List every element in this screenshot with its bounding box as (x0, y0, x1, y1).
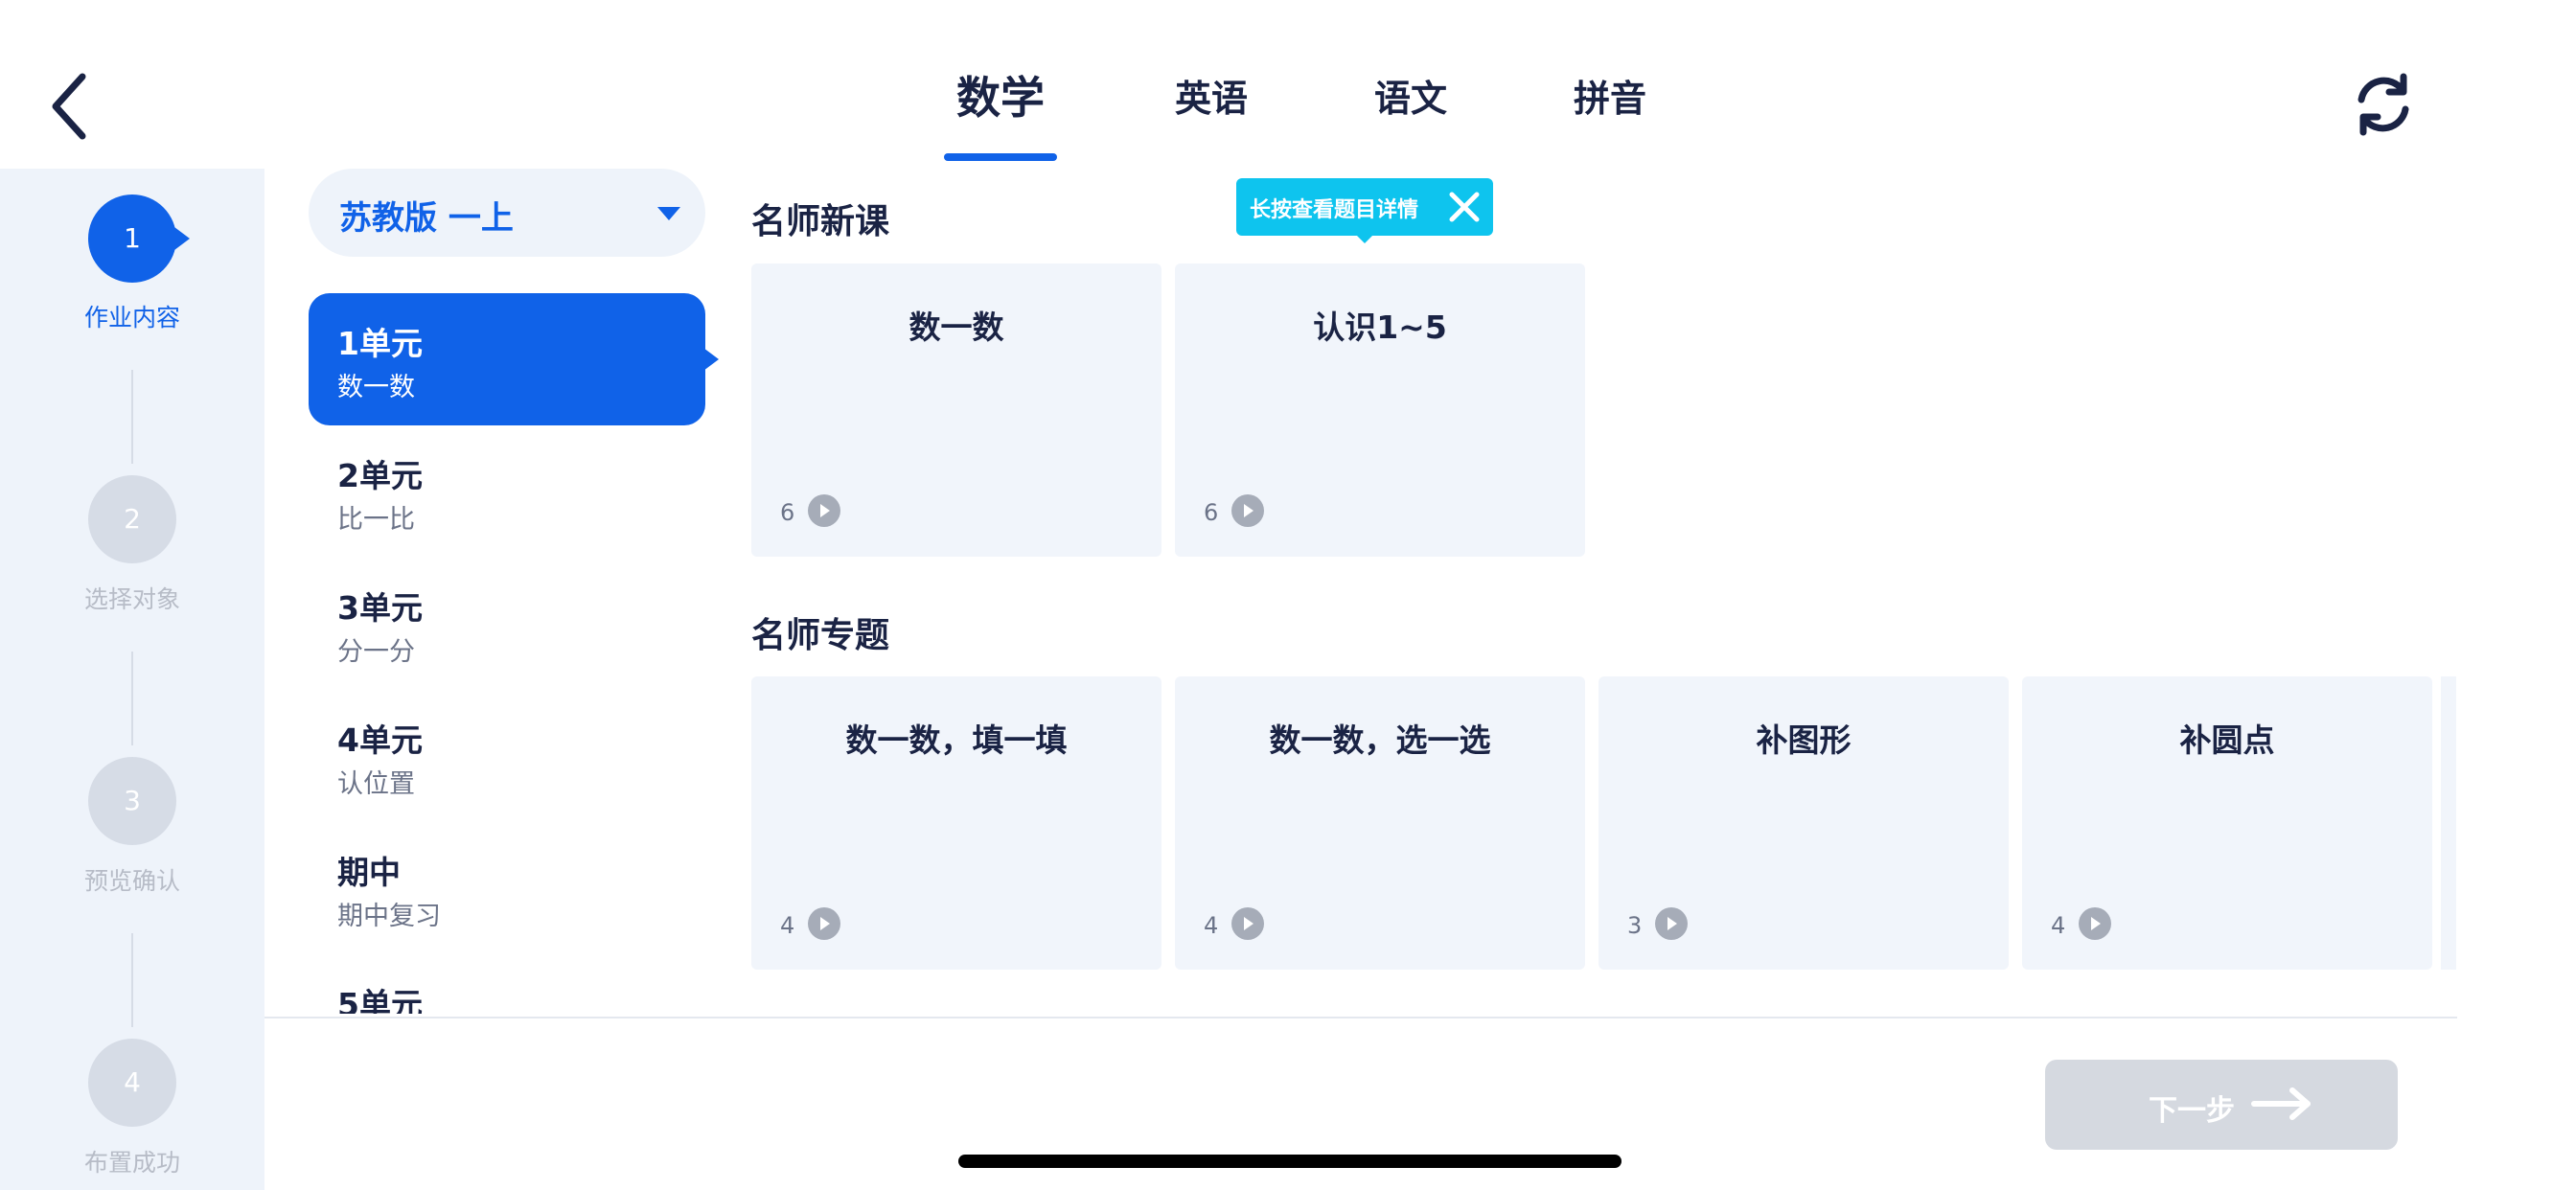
caret-down-icon (657, 207, 680, 220)
next-step-button[interactable]: 下一步 (2045, 1060, 2398, 1150)
unit-title: 期中 (337, 854, 401, 891)
unit-title: 5单元 (337, 986, 423, 1014)
tooltip-text: 长按查看题目详情 (1250, 198, 1419, 222)
unit-subtitle: 分一分 (337, 637, 415, 667)
tooltip-arrow (1355, 234, 1374, 243)
unit-subtitle: 数一数 (337, 373, 415, 402)
section-title: 名师新课 (751, 202, 890, 241)
video-count: 3 (1627, 912, 1643, 939)
video-count: 6 (780, 499, 795, 526)
play-icon (1655, 907, 1688, 940)
tab-pinyin[interactable]: 拼音 (1574, 69, 1646, 122)
lesson-card[interactable]: 数一数 6 (751, 263, 1162, 557)
step-rail: 1 作业内容 2 选择对象 3 预览确认 4 布置成功 (0, 169, 264, 1190)
step-connector (131, 652, 133, 745)
play-icon (1231, 494, 1264, 527)
play-icon (1231, 907, 1264, 940)
unit-title: 4单元 (337, 721, 423, 759)
refresh-icon (2358, 73, 2409, 136)
card-title: 补圆点 (2179, 721, 2275, 759)
refresh-button[interactable] (2350, 71, 2417, 138)
textbook-label: 苏教版 一上 (339, 199, 514, 238)
video-count: 4 (2051, 912, 2066, 939)
card-title: 补图形 (1756, 721, 1852, 759)
step-1-circle: 1 (88, 195, 190, 283)
textbook-select[interactable]: 苏教版 一上 (309, 169, 705, 257)
unit-title: 1单元 (337, 325, 423, 362)
video-count: 4 (780, 912, 795, 939)
home-indicator (958, 1155, 1622, 1168)
step-2-circle: 2 (88, 475, 176, 563)
card-title: 数一数，填一填 (845, 721, 1068, 759)
card-title: 数一数，选一选 (1269, 721, 1491, 759)
tab-math[interactable]: 数学 (956, 63, 1045, 126)
tab-chinese[interactable]: 语文 (1374, 69, 1447, 122)
long-press-tooltip: 长按查看题目详情 (1236, 178, 1493, 243)
next-card-peek (2441, 676, 2456, 970)
play-icon (2079, 907, 2111, 940)
next-step-label: 下一步 (2149, 1094, 2235, 1128)
play-icon (808, 494, 840, 527)
unit-item[interactable]: 2单元 比一比 (309, 425, 705, 558)
unit-item[interactable]: 3单元 分一分 (309, 558, 705, 690)
section-title: 名师专题 (751, 616, 890, 655)
active-tab-indicator (944, 153, 1057, 161)
unit-title: 3单元 (337, 589, 423, 627)
video-count: 6 (1204, 499, 1219, 526)
step-3-label: 预览确认 (83, 867, 180, 895)
unit-subtitle: 比一比 (337, 505, 415, 535)
footer-divider (264, 1017, 2457, 1018)
unit-subtitle: 期中复习 (337, 902, 441, 931)
topic-card[interactable]: 补圆点 4 (2022, 676, 2432, 970)
step-4-circle: 4 (88, 1039, 176, 1127)
close-tooltip-button[interactable] (1443, 186, 1485, 228)
step-3-circle: 3 (88, 757, 176, 845)
tab-english[interactable]: 英语 (1175, 69, 1248, 122)
video-count: 4 (1204, 912, 1219, 939)
unit-item[interactable]: 5单元 (309, 954, 705, 1014)
lesson-card[interactable]: 认识1~5 6 (1175, 263, 1585, 557)
play-icon (808, 907, 840, 940)
unit-item[interactable]: 1单元 数一数 (309, 293, 719, 425)
step-4-label: 布置成功 (83, 1149, 180, 1177)
unit-item[interactable]: 4单元 认位置 (309, 690, 705, 822)
step-connector (131, 370, 133, 464)
card-title: 认识1~5 (1313, 309, 1447, 346)
topic-card[interactable]: 数一数，填一填 4 (751, 676, 1162, 970)
close-icon (1449, 192, 1480, 222)
unit-subtitle: 认位置 (337, 769, 415, 799)
step-2-label: 选择对象 (83, 585, 180, 613)
topic-card[interactable]: 补图形 3 (1598, 676, 2009, 970)
unit-title: 2单元 (337, 457, 423, 494)
step-1-label: 作业内容 (83, 304, 180, 332)
unit-item[interactable]: 期中 期中复习 (309, 822, 705, 954)
step-connector (131, 933, 133, 1027)
topic-card[interactable]: 数一数，选一选 4 (1175, 676, 1585, 970)
card-title: 数一数 (908, 309, 1004, 346)
arrow-right-icon (2251, 1087, 2311, 1120)
subject-tabs: 数学 英语 语文 拼音 (0, 0, 2576, 169)
